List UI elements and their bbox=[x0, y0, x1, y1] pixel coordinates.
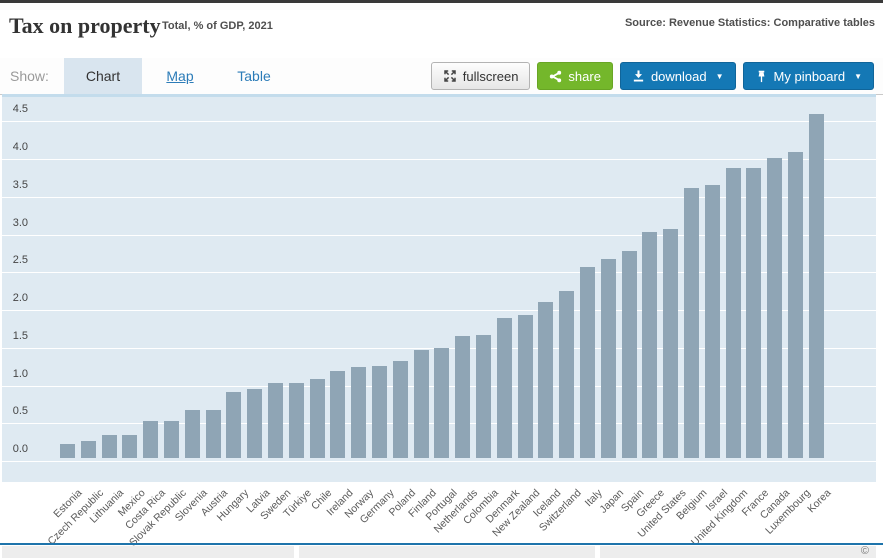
bar-norway[interactable] bbox=[351, 367, 366, 458]
bar-ireland[interactable] bbox=[330, 371, 345, 458]
bar-sweden[interactable] bbox=[268, 383, 283, 458]
oecd-chart-widget: Tax on property Total, % of GDP, 2021 So… bbox=[0, 0, 883, 558]
bar-switzerland[interactable] bbox=[559, 291, 574, 458]
tab-table[interactable]: Table bbox=[222, 58, 286, 94]
gridline bbox=[2, 272, 876, 273]
x-labels: EstoniaCzech RepublicLithuaniaMexicoCost… bbox=[2, 482, 876, 543]
bar-estonia[interactable] bbox=[60, 444, 75, 458]
gridline bbox=[2, 310, 876, 311]
bar-netherlands[interactable] bbox=[455, 336, 470, 458]
source-label: Source: Revenue Statistics: Comparative … bbox=[625, 17, 875, 29]
bar-czech-republic[interactable] bbox=[81, 441, 96, 458]
bar-new-zealand[interactable] bbox=[518, 315, 533, 458]
show-label: Show: bbox=[10, 58, 49, 94]
bar-slovak-republic[interactable] bbox=[164, 421, 179, 458]
bar-finland[interactable] bbox=[414, 350, 429, 458]
bar-japan[interactable] bbox=[601, 259, 616, 458]
bar-united-kingdom[interactable] bbox=[726, 168, 741, 458]
page-title: Tax on property bbox=[9, 13, 161, 39]
share-button-label: share bbox=[568, 69, 601, 84]
toolbar: Show: Chart Map Table fullscreen bbox=[0, 58, 883, 95]
bar-denmark[interactable] bbox=[497, 318, 512, 458]
bar-chile[interactable] bbox=[310, 379, 325, 458]
bar-israel[interactable] bbox=[705, 185, 720, 458]
bar-portugal[interactable] bbox=[434, 348, 449, 458]
share-button[interactable]: share bbox=[537, 62, 613, 90]
y-tick-label: 1.5 bbox=[2, 330, 28, 343]
y-tick-label: 2.0 bbox=[2, 292, 28, 305]
bar-united-states[interactable] bbox=[663, 229, 678, 458]
bar-austria[interactable] bbox=[206, 410, 221, 458]
y-tick-label: 4.5 bbox=[2, 103, 28, 116]
bar-mexico[interactable] bbox=[122, 435, 137, 458]
download-icon bbox=[632, 70, 645, 83]
chart-plot: 0.0 0.5 1.0 1.5 2.0 2.5 3.0 3.5 4.0 4.5 bbox=[2, 94, 876, 482]
bar-greece[interactable] bbox=[642, 232, 657, 459]
gridline bbox=[2, 121, 876, 122]
toolbar-buttons: fullscreen share bbox=[431, 62, 874, 90]
tab-chart[interactable]: Chart bbox=[64, 58, 142, 94]
bar-germany[interactable] bbox=[372, 366, 387, 458]
y-tick-label: 3.5 bbox=[2, 179, 28, 192]
bar-belgium[interactable] bbox=[684, 188, 699, 458]
gridline bbox=[2, 235, 876, 236]
bar-costa-rica[interactable] bbox=[143, 421, 158, 458]
fullscreen-button[interactable]: fullscreen bbox=[431, 62, 531, 90]
footer-panel-left bbox=[2, 546, 294, 558]
y-tick-label: 4.0 bbox=[2, 141, 28, 154]
share-icon bbox=[549, 70, 562, 83]
bar-spain[interactable] bbox=[622, 251, 637, 458]
bar-france[interactable] bbox=[746, 168, 761, 458]
bar-colombia[interactable] bbox=[476, 335, 491, 458]
y-tick-label: 1.0 bbox=[2, 368, 28, 381]
my-pinboard-button[interactable]: My pinboard ▼ bbox=[743, 62, 874, 90]
bar-canada[interactable] bbox=[767, 158, 782, 458]
copyright-symbol: © bbox=[861, 545, 869, 557]
download-button-label: download bbox=[651, 69, 707, 84]
bar-t-rkiye[interactable] bbox=[289, 383, 304, 458]
y-tick-label: 0.0 bbox=[2, 443, 28, 456]
download-button[interactable]: download ▼ bbox=[620, 62, 736, 90]
my-pinboard-caret-icon: ▼ bbox=[854, 72, 862, 81]
bar-iceland[interactable] bbox=[538, 302, 553, 458]
bottom-divider bbox=[0, 543, 883, 545]
bar-lithuania[interactable] bbox=[102, 435, 117, 458]
fullscreen-button-label: fullscreen bbox=[463, 69, 519, 84]
my-pinboard-button-label: My pinboard bbox=[774, 69, 846, 84]
x-axis-label: Korea bbox=[805, 487, 833, 515]
tab-map[interactable]: Map bbox=[150, 58, 210, 94]
gridline bbox=[2, 461, 876, 462]
chart-subtitle: Total, % of GDP, 2021 bbox=[162, 20, 273, 32]
bar-italy[interactable] bbox=[580, 267, 595, 458]
footer-panel-right bbox=[600, 546, 876, 558]
bar-luxembourg[interactable] bbox=[788, 152, 803, 458]
fullscreen-expand-icon bbox=[443, 69, 457, 83]
pin-icon bbox=[755, 70, 768, 83]
bar-poland[interactable] bbox=[393, 361, 408, 458]
download-caret-icon: ▼ bbox=[716, 72, 724, 81]
bar-latvia[interactable] bbox=[247, 389, 262, 458]
footer-panel-middle bbox=[299, 546, 595, 558]
y-tick-label: 2.5 bbox=[2, 254, 28, 267]
gridline bbox=[2, 197, 876, 198]
bar-hungary[interactable] bbox=[226, 392, 241, 458]
gridline bbox=[2, 159, 876, 160]
y-tick-label: 3.0 bbox=[2, 217, 28, 230]
bar-slovenia[interactable] bbox=[185, 410, 200, 458]
header: Tax on property Total, % of GDP, 2021 So… bbox=[0, 3, 883, 58]
bar-korea[interactable] bbox=[809, 114, 824, 458]
y-tick-label: 0.5 bbox=[2, 405, 28, 418]
